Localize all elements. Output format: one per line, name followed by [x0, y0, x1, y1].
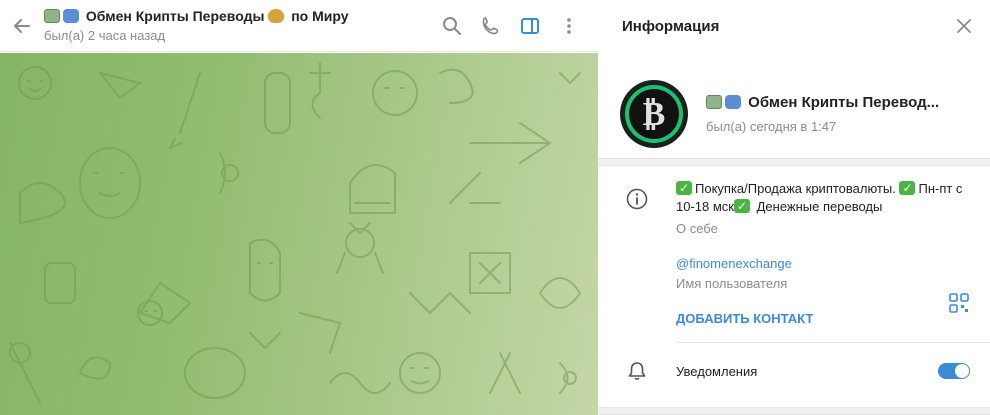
about-text[interactable]: Покупка/Продажа криптовалюты. Пн-пт с 10… [676, 179, 968, 216]
header-actions [432, 6, 588, 46]
notifications-label: Уведомления [676, 363, 758, 379]
bell-icon-wrap [598, 360, 676, 382]
chat-title: Обмен Крипты Переводы по Миру [44, 8, 432, 24]
notifications-toggle[interactable] [938, 363, 970, 379]
close-icon [957, 19, 971, 33]
notifications-row[interactable]: Уведомления [598, 343, 990, 399]
about-part-1: Покупка/Продажа криптовалюты. [695, 181, 896, 196]
bell-icon [628, 362, 646, 381]
toggle-knob [955, 364, 969, 378]
profile-text: Обмен Крипты Перевод... был(а) сегодня в… [706, 94, 968, 134]
doodle-pattern-icon [9, 62, 581, 404]
info-title: Информация [622, 17, 720, 35]
info-pane: Информация ₿ Обмен Крипты Перевод... был… [598, 0, 990, 415]
qr-code-icon [949, 293, 969, 313]
money-icon [706, 95, 722, 109]
chat-titles[interactable]: Обмен Крипты Переводы по Миру был(а) 2 ч… [44, 8, 432, 43]
info-section: Покупка/Продажа криптовалюты. Пн-пт с 10… [598, 166, 990, 326]
avatar-ring: ₿ [625, 85, 683, 143]
chat-pane: Обмен Крипты Переводы по Миру был(а) 2 ч… [0, 0, 598, 415]
call-button[interactable] [471, 6, 510, 46]
about-label: О себе [676, 221, 718, 236]
arrow-left-icon [14, 18, 30, 33]
chat-title-text-2: по Миру [291, 8, 349, 24]
more-vertical-icon [566, 17, 571, 34]
sidebar-icon [520, 17, 539, 34]
chat-header: Обмен Крипты Переводы по Миру был(а) 2 ч… [0, 0, 598, 52]
search-icon [442, 16, 461, 35]
chat-status: был(а) 2 часа назад [44, 28, 166, 43]
info-icon [626, 188, 648, 210]
telegram-window: Обмен Крипты Переводы по Миру был(а) 2 ч… [0, 0, 990, 415]
bottom-separator [598, 407, 990, 415]
username-label: Имя пользователя [676, 276, 788, 291]
info-icon-wrap [598, 166, 676, 326]
avatar[interactable]: ₿ [620, 80, 688, 148]
profile-name-text: Обмен Крипты Перевод... [748, 94, 940, 111]
cycle-arrows-icon [63, 9, 79, 23]
check-mark-icon [676, 179, 692, 197]
profile-block: ₿ Обмен Крипты Перевод... был(а) сегодня… [598, 52, 990, 158]
phone-icon [482, 16, 498, 34]
close-info-button[interactable] [952, 14, 976, 38]
cycle-arrows-icon [725, 95, 741, 109]
toggle-sidebar-button[interactable] [510, 6, 549, 46]
section-separator [598, 158, 990, 166]
search-button[interactable] [432, 6, 471, 46]
qr-code-button[interactable] [948, 292, 970, 314]
chat-title-text: Обмен Крипты Переводы [85, 8, 265, 24]
profile-status: был(а) сегодня в 1:47 [706, 119, 837, 134]
info-body: Покупка/Продажа криптовалюты. Пн-пт с 10… [676, 166, 990, 326]
money-icon [44, 9, 60, 23]
about-part-3: Денежные переводы [756, 199, 883, 214]
more-button[interactable] [549, 6, 588, 46]
back-button[interactable] [0, 0, 44, 52]
info-header: Информация [598, 0, 990, 52]
chat-background [0, 53, 598, 415]
money-bag-icon [268, 9, 285, 23]
check-mark-icon [899, 179, 916, 197]
check-mark-icon [734, 197, 750, 215]
add-contact-button[interactable]: ДОБАВИТЬ КОНТАКТ [676, 311, 968, 326]
username-link[interactable]: @finomenexchange [676, 256, 968, 271]
profile-name: Обмен Крипты Перевод... [706, 94, 968, 111]
bitcoin-icon: ₿ [629, 89, 679, 139]
